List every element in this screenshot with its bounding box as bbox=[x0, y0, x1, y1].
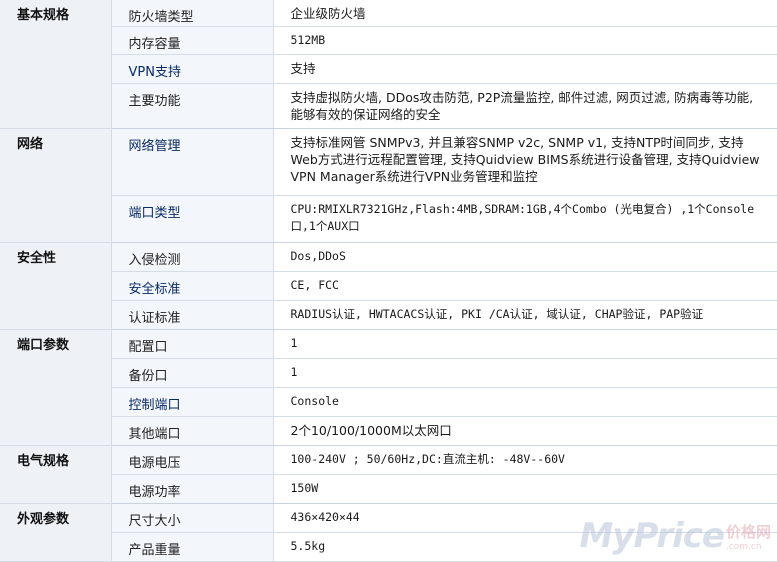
row-value-power-consumption: 150W bbox=[273, 474, 777, 504]
spec-row: 主要功能 支持虚拟防火墙, DDos攻击防范, P2P流量监控, 邮件过滤, 网… bbox=[0, 83, 777, 129]
row-label-security-standard[interactable]: 安全标准 bbox=[111, 271, 274, 301]
spec-row: 网络 网络管理 支持标准网管 SNMPv3, 并且兼容SNMP v2c, SNM… bbox=[0, 128, 777, 243]
row-label-weight: 产品重量 bbox=[111, 532, 274, 562]
spec-row: VPN支持 支持 bbox=[0, 54, 777, 84]
row-value-port-type: CPU:RMIXLR7321GHz,Flash:4MB,SDRAM:1GB,4个… bbox=[273, 195, 777, 243]
row-value-auth-standard: RADIUS认证, HWTACACS认证, PKI /CA认证, 域认证, CH… bbox=[273, 300, 777, 330]
row-value-power-voltage: 100-240V ; 50/60Hz,DC:直流主机: -48V--60V bbox=[273, 445, 777, 475]
row-label-dimensions: 尺寸大小 bbox=[111, 503, 274, 533]
spec-row: 电源功率 150W bbox=[0, 474, 777, 504]
row-label-intrusion-detection: 入侵检测 bbox=[111, 242, 274, 272]
category-port-params: 端口参数 bbox=[0, 329, 112, 446]
row-value-intrusion-detection: Dos,DDoS bbox=[273, 242, 777, 272]
watermark-brand: MyPrice bbox=[579, 516, 725, 556]
spec-row: 基本规格 防火墙类型 企业级防火墙 bbox=[0, 0, 777, 129]
row-value-backup-port: 1 bbox=[273, 358, 777, 388]
spec-row: 安全标准 CE, FCC bbox=[0, 271, 777, 301]
spec-table: 基本规格 防火墙类型 企业级防火墙 内存容量 512MB VPN支持 支持 主要… bbox=[0, 0, 777, 562]
row-value-firewall-type: 企业级防火墙 bbox=[273, 0, 777, 27]
category-basic-spec: 基本规格 bbox=[0, 0, 112, 129]
row-value-config-port: 1 bbox=[273, 329, 777, 359]
category-appearance: 外观参数 bbox=[0, 503, 112, 562]
row-value-network-management: 支持标准网管 SNMPv3, 并且兼容SNMP v2c, SNMP v1, 支持… bbox=[273, 128, 777, 196]
spec-row: 端口类型 CPU:RMIXLR7321GHz,Flash:4MB,SDRAM:1… bbox=[0, 195, 777, 243]
row-label-firewall-type: 防火墙类型 bbox=[111, 0, 274, 27]
row-value-other-ports: 2个10/100/1000M以太网口 bbox=[273, 416, 777, 446]
row-label-power-consumption: 电源功率 bbox=[111, 474, 274, 504]
spec-row: 控制端口 Console bbox=[0, 387, 777, 417]
spec-row: 电气规格 电源电压 100-240V ; 50/60Hz,DC:直流主机: -4… bbox=[0, 445, 777, 504]
row-value-memory: 512MB bbox=[273, 26, 777, 55]
watermark-cn: 价格网 bbox=[725, 523, 771, 541]
watermark-logo: MyPrice 价格网 .com.cn bbox=[579, 516, 771, 556]
category-electrical: 电气规格 bbox=[0, 445, 112, 504]
row-value-console-port: Console bbox=[273, 387, 777, 417]
row-value-main-function: 支持虚拟防火墙, DDos攻击防范, P2P流量监控, 邮件过滤, 网页过滤, … bbox=[273, 83, 777, 129]
spec-row: 内存容量 512MB bbox=[0, 26, 777, 55]
row-label-other-ports: 其他端口 bbox=[111, 416, 274, 446]
row-label-config-port: 配置口 bbox=[111, 329, 274, 359]
spec-row: 认证标准 RADIUS认证, HWTACACS认证, PKI /CA认证, 域认… bbox=[0, 300, 777, 330]
category-security: 安全性 bbox=[0, 242, 112, 330]
spec-row: 安全性 入侵检测 Dos,DDoS bbox=[0, 242, 777, 330]
spec-row: 备份口 1 bbox=[0, 358, 777, 388]
row-label-main-function: 主要功能 bbox=[111, 83, 274, 129]
watermark-domain: .com.cn bbox=[725, 542, 762, 552]
row-label-power-voltage: 电源电压 bbox=[111, 445, 274, 475]
row-label-network-management[interactable]: 网络管理 bbox=[111, 128, 274, 196]
row-value-security-standard: CE, FCC bbox=[273, 271, 777, 301]
row-label-console-port[interactable]: 控制端口 bbox=[111, 387, 274, 417]
row-label-vpn[interactable]: VPN支持 bbox=[111, 54, 274, 84]
spec-row: 端口参数 配置口 1 bbox=[0, 329, 777, 446]
row-value-vpn: 支持 bbox=[273, 54, 777, 84]
row-label-memory: 内存容量 bbox=[111, 26, 274, 55]
spec-row: 其他端口 2个10/100/1000M以太网口 bbox=[0, 416, 777, 446]
category-network: 网络 bbox=[0, 128, 112, 243]
row-label-port-type[interactable]: 端口类型 bbox=[111, 195, 274, 243]
row-label-backup-port: 备份口 bbox=[111, 358, 274, 388]
row-label-auth-standard: 认证标准 bbox=[111, 300, 274, 330]
